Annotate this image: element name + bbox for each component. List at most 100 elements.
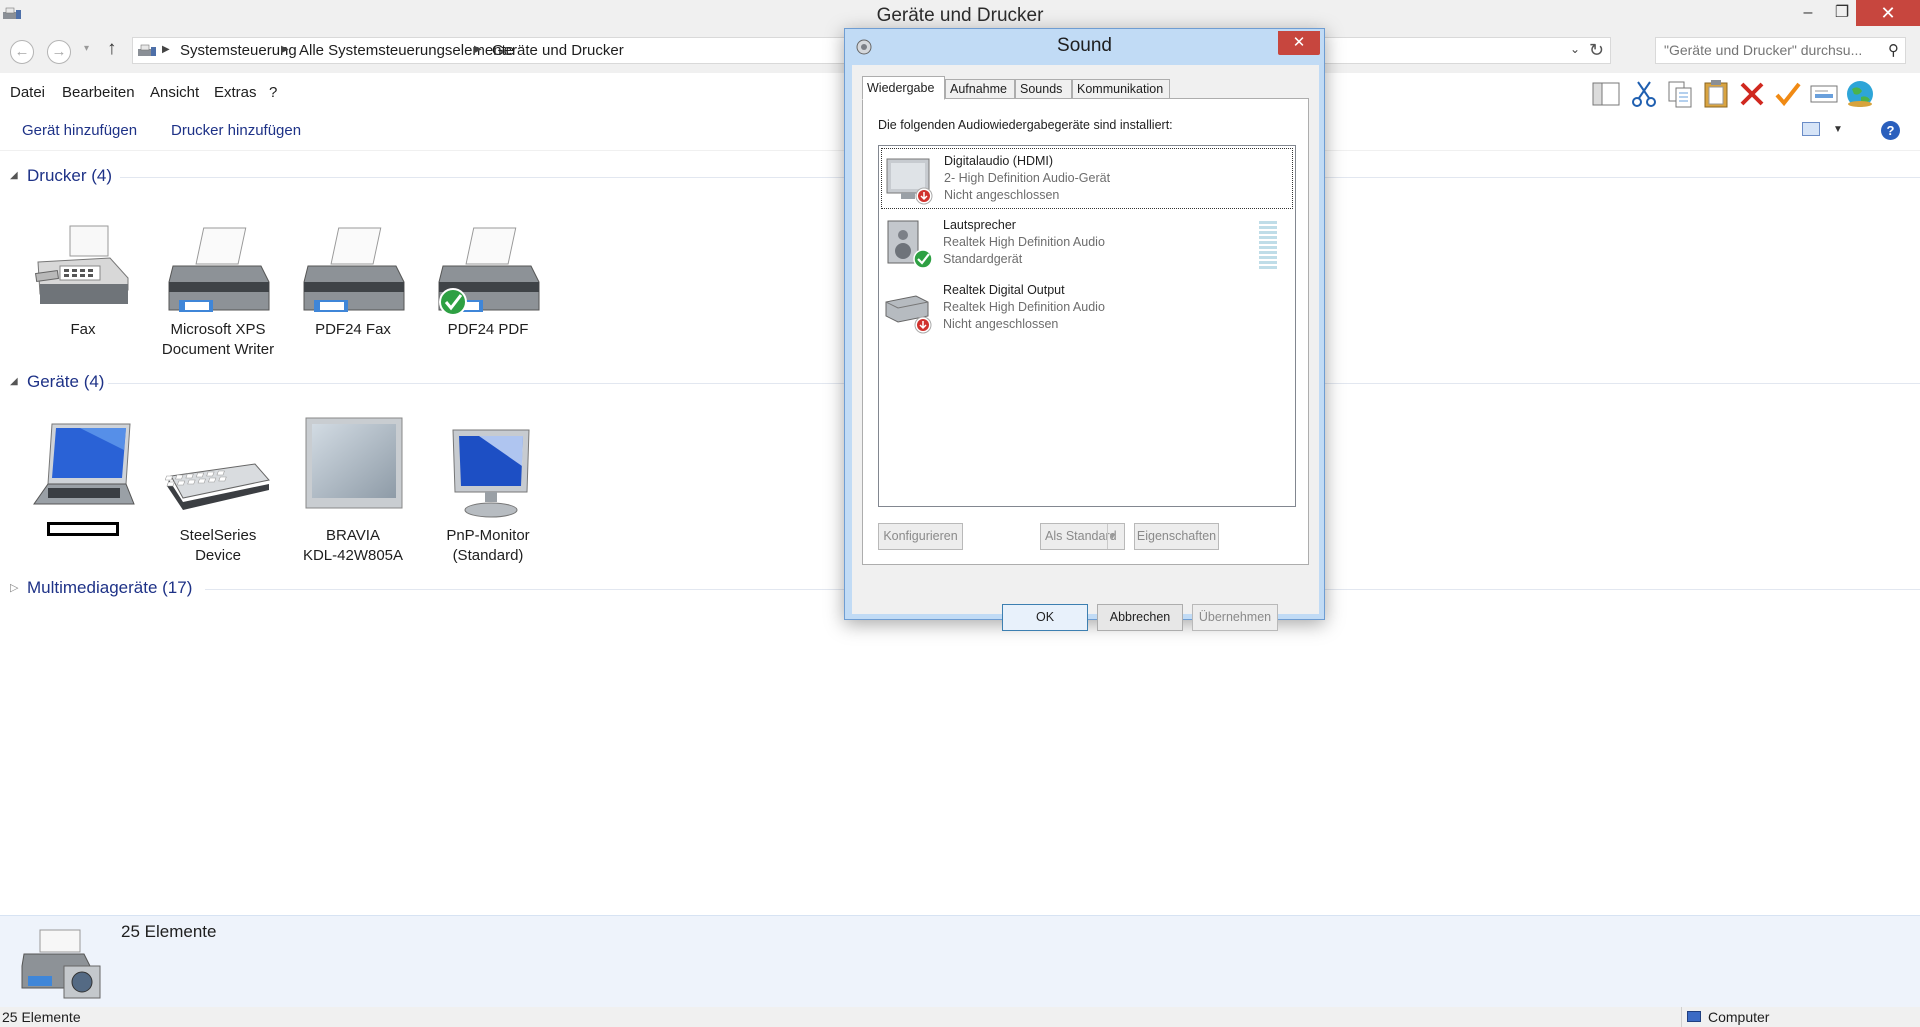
title-bar: Geräte und Drucker – ❐ ✕ [0, 0, 1920, 29]
sound-dialog: Sound ✕ Wiedergabe Aufnahme Sounds Kommu… [844, 28, 1325, 631]
details-pane: 25 Elemente [0, 915, 1920, 1007]
default-printer-check-icon [439, 288, 467, 316]
dialog-client-area: Wiedergabe Aufnahme Sounds Kommunikation… [852, 65, 1319, 631]
device-driver: 2- High Definition Audio-Gerät [944, 171, 1111, 185]
search-icon[interactable]: ⚲ [1888, 41, 1899, 59]
configure-button[interactable]: Konfigurieren [878, 523, 963, 550]
device-driver: Realtek High Definition Audio [943, 300, 1105, 314]
cancel-button[interactable]: Abbrechen [1097, 604, 1183, 631]
cut-icon[interactable] [1628, 78, 1660, 110]
keyboard-icon [165, 463, 270, 510]
tab-wiedergabe[interactable]: Wiedergabe [862, 76, 945, 100]
device-label: BRAVIA [326, 527, 380, 544]
address-dropdown-icon[interactable]: ⌄ [1570, 42, 1580, 56]
device-state: Nicht angeschlossen [943, 317, 1059, 331]
add-device-button[interactable]: Gerät hinzufügen [22, 122, 137, 139]
status-bar: 25 Elemente Computer [0, 1007, 1920, 1027]
add-printer-button[interactable]: Drucker hinzufügen [171, 122, 301, 139]
collapse-icon[interactable]: ◢ [10, 376, 18, 387]
device-label: PDF24 PDF [447, 321, 529, 338]
help-icon[interactable]: ? [1881, 121, 1900, 140]
checkmark-icon[interactable] [1772, 78, 1804, 110]
device-driver: Realtek High Definition Audio [943, 235, 1105, 249]
volume-level-meter [1259, 221, 1277, 271]
devices-printers-icon [138, 44, 156, 56]
paste-icon[interactable] [1700, 78, 1732, 110]
copy-icon[interactable] [1664, 78, 1696, 110]
digital-output-icon [885, 295, 932, 334]
properties-button[interactable]: Eigenschaften [1134, 523, 1219, 550]
device-state: Standardgerät [943, 252, 1023, 266]
playback-device-lautsprecher[interactable]: Lautsprecher Realtek High Definition Aud… [881, 213, 1293, 274]
delete-icon[interactable] [1736, 78, 1768, 110]
breadcrumb-separator[interactable]: ▶ [162, 44, 170, 55]
group-title: Drucker (4) [27, 166, 113, 185]
menu-ansicht[interactable]: Ansicht [150, 84, 199, 101]
close-button[interactable]: ✕ [1856, 0, 1920, 26]
status-location-label: Computer [1708, 1009, 1770, 1025]
group-title: Geräte (4) [27, 372, 105, 391]
hdmi-monitor-icon [886, 158, 933, 205]
ok-button[interactable]: OK [1002, 604, 1088, 631]
fax-icon [34, 225, 129, 304]
default-device-check-icon [913, 249, 933, 269]
refresh-icon[interactable]: ↻ [1589, 40, 1604, 61]
speaker-icon [887, 220, 933, 269]
breadcrumb-separator[interactable]: ▶ [474, 44, 482, 55]
up-button[interactable]: ↑ [107, 38, 117, 60]
rename-icon[interactable] [1808, 78, 1840, 110]
search-box[interactable]: ⚲ [1655, 37, 1906, 64]
forward-button[interactable]: → [47, 40, 71, 64]
device-label: (Standard) [452, 547, 524, 564]
device-label: PnP-Monitor [446, 527, 530, 544]
device-name: Lautsprecher [943, 218, 1016, 232]
expand-icon[interactable]: ▷ [10, 581, 18, 594]
tv-monitor-icon [305, 417, 403, 509]
printer-icon [168, 227, 270, 312]
status-location: Computer [1681, 1007, 1920, 1027]
change-view-icon[interactable] [1802, 122, 1820, 136]
menu-bearbeiten[interactable]: Bearbeiten [62, 84, 135, 101]
playback-device-list[interactable]: Digitalaudio (HDMI) 2- High Definition A… [878, 145, 1296, 507]
device-state: Nicht angeschlossen [944, 188, 1060, 202]
details-item-count: 25 Elemente [121, 922, 217, 941]
view-options-dropdown-icon[interactable]: ▼ [1833, 124, 1843, 135]
layout-icon[interactable] [1590, 78, 1622, 110]
tab-sounds[interactable]: Sounds [1015, 79, 1072, 99]
device-label: Document Writer [161, 341, 275, 358]
device-label: Device [195, 547, 241, 564]
device-list-intro: Die folgenden Audiowiedergabegeräte sind… [878, 118, 1173, 132]
dialog-title: Sound [1057, 35, 1112, 56]
tab-aufnahme[interactable]: Aufnahme [945, 79, 1015, 99]
window-title: Geräte und Drucker [876, 5, 1044, 26]
breadcrumb-geraete-und-drucker[interactable]: Geräte und Drucker [492, 42, 624, 59]
apply-button[interactable]: Übernehmen [1192, 604, 1278, 631]
playback-device-digital-output[interactable]: Realtek Digital Output Realtek High Defi… [881, 278, 1293, 339]
devices-and-printers-window: Geräte und Drucker – ❐ ✕ ← → ▾ ↑ ▶ Syste… [0, 0, 1920, 1027]
set-default-split-button[interactable]: Als Standard ▼ [1040, 523, 1125, 550]
globe-icon[interactable] [1844, 78, 1876, 110]
playback-device-hdmi[interactable]: Digitalaudio (HDMI) 2- High Definition A… [881, 148, 1293, 209]
breadcrumb-separator[interactable]: ▶ [281, 44, 289, 55]
tab-kommunikation[interactable]: Kommunikation [1072, 79, 1170, 99]
breadcrumb-systemsteuerung[interactable]: Systemsteuerung [180, 42, 297, 59]
dialog-close-button[interactable]: ✕ [1278, 31, 1320, 55]
device-name: Digitalaudio (HDMI) [944, 154, 1054, 168]
printer-icon [438, 227, 540, 316]
menu-help[interactable]: ? [269, 84, 277, 101]
recent-locations-dropdown[interactable]: ▾ [84, 43, 89, 54]
search-input[interactable] [1664, 42, 1876, 58]
menu-extras[interactable]: Extras [214, 84, 257, 101]
collapse-icon[interactable]: ◢ [10, 170, 18, 181]
device-label: PDF24 Fax [315, 321, 391, 338]
group-title: Multimediageräte (17) [27, 578, 193, 597]
menu-datei[interactable]: Datei [10, 84, 45, 101]
device-label: SteelSeries [179, 527, 257, 544]
back-button[interactable]: ← [10, 40, 34, 64]
printer-icon [303, 227, 405, 312]
device-label: Fax [70, 321, 96, 338]
redacted-label-box [47, 522, 119, 536]
status-item-count: 25 Elemente [2, 1009, 81, 1025]
device-name: Realtek Digital Output [943, 283, 1065, 297]
set-default-dropdown-icon[interactable]: ▼ [1107, 524, 1124, 549]
